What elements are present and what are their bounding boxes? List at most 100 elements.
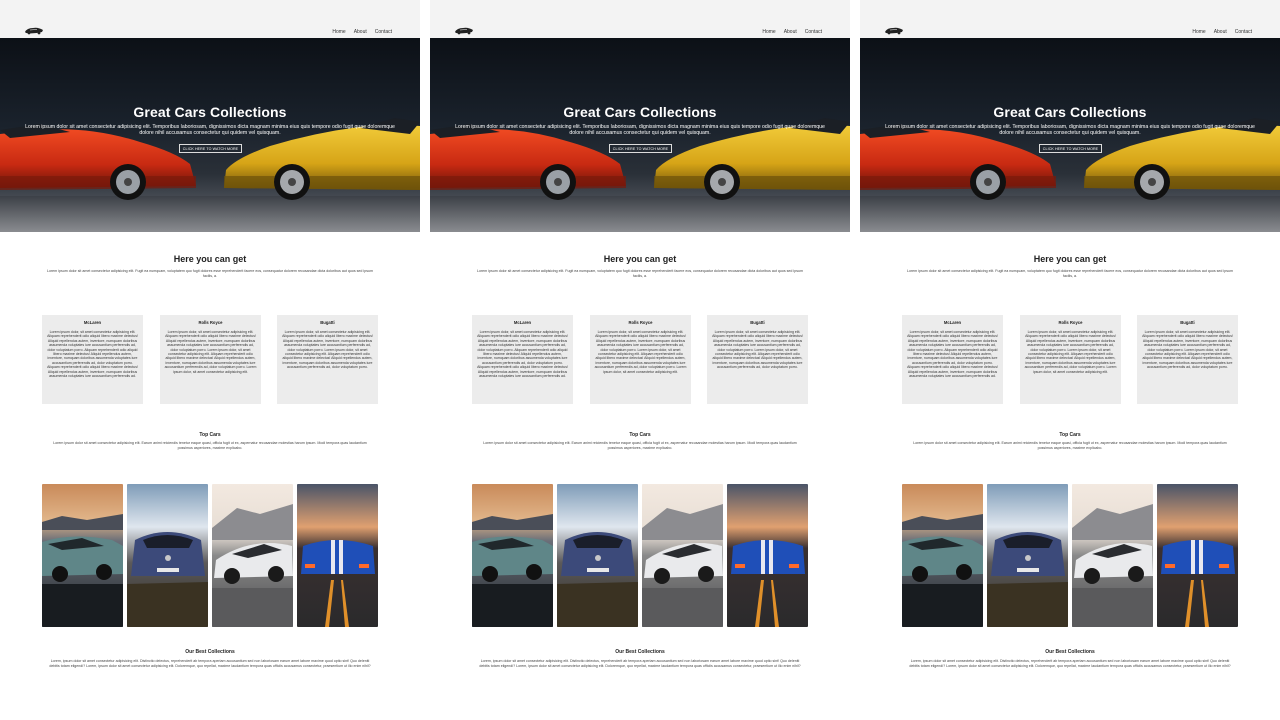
card-text: Lorem ipsum dolor, sit amet consectetur … — [594, 330, 687, 374]
gallery-tile-bmw[interactable] — [472, 484, 553, 627]
section-title-best: Our Best Collections — [1045, 649, 1095, 655]
card-title: Bugatti — [1180, 320, 1195, 325]
card-text: Lorem ipsum dolor, sit amet consectetur … — [1142, 330, 1233, 370]
section-text-best: Lorem, ipsum dolor sit amet consectetur … — [909, 659, 1231, 668]
gallery-tile-mustang[interactable] — [297, 484, 378, 627]
nav-contact-link[interactable]: Contact — [375, 29, 392, 35]
car-photo — [42, 484, 123, 627]
car-gallery — [472, 484, 808, 627]
card-bugatti: Bugatti Lorem ipsum dolor, sit amet cons… — [1137, 315, 1238, 404]
gallery-tile-mercedes[interactable] — [557, 484, 638, 627]
card-bugatti: Bugatti Lorem ipsum dolor, sit amet cons… — [707, 315, 808, 404]
gallery-tile-mustang[interactable] — [727, 484, 808, 627]
hero-title: Great Cars Collections — [133, 104, 287, 120]
card-text: Lorem ipsum dolor, sit amet consectetur … — [907, 330, 998, 379]
gallery-tile-mustang[interactable] — [1157, 484, 1238, 627]
car-photo — [987, 484, 1068, 627]
hero-title: Great Cars Collections — [993, 104, 1147, 120]
card-text: Lorem ipsum dolor, sit amet consectetur … — [47, 330, 138, 379]
card-rolls-royce: Rolls Royce Lorem ipsum dolor, sit amet … — [590, 315, 691, 404]
main-nav: Home About Contact — [1192, 29, 1252, 35]
card-title: Rolls Royce — [1058, 320, 1083, 325]
section-text-here: Lorem ipsum dolor sit amet consectetur a… — [476, 269, 803, 278]
gallery-tile-bmw[interactable] — [42, 484, 123, 627]
site-header: Home About Contact — [860, 0, 1280, 38]
section-title-here: Here you can get — [1033, 254, 1107, 264]
car-photo — [902, 484, 983, 627]
watch-more-button[interactable]: CLICK HERE TO WATCH MORE — [1039, 144, 1102, 153]
car-photo — [727, 484, 808, 627]
car-photo — [297, 484, 378, 627]
card-text: Lorem ipsum dolor, sit amet consectetur … — [164, 330, 257, 374]
card-title: McLaren — [83, 320, 102, 325]
gallery-tile-mercedes[interactable] — [127, 484, 208, 627]
card-title: Rolls Royce — [628, 320, 653, 325]
card-mclaren: McLaren Lorem ipsum dolor, sit amet cons… — [902, 315, 1003, 404]
nav-home-link[interactable]: Home — [1192, 29, 1205, 35]
page-frame: Home About Contact Great Cars Collection… — [430, 0, 850, 720]
section-title-here: Here you can get — [173, 254, 247, 264]
car-gallery — [42, 484, 378, 627]
car-photo — [212, 484, 293, 627]
watch-more-button[interactable]: CLICK HERE TO WATCH MORE — [179, 144, 242, 153]
page-frame: Home About Contact Great Cars Collection… — [0, 0, 420, 720]
hero-subtitle: Lorem ipsum dolor sit amet consectetur a… — [25, 124, 395, 136]
hero-subtitle: Lorem ipsum dolor sit amet consectetur a… — [885, 124, 1255, 136]
card-rolls-royce: Rolls Royce Lorem ipsum dolor, sit amet … — [160, 315, 261, 404]
nav-about-link[interactable]: About — [1214, 29, 1227, 35]
nav-home-link[interactable]: Home — [762, 29, 775, 35]
logo-icon[interactable] — [454, 26, 474, 35]
logo-icon[interactable] — [24, 26, 44, 35]
car-gallery — [902, 484, 1238, 627]
page-frame: Home About Contact Great Cars Collection… — [860, 0, 1280, 720]
section-text-top: Lorem ipsum dolor sit amet consectetur a… — [913, 441, 1227, 450]
section-title-top: Top Cars — [1059, 432, 1081, 438]
nav-contact-link[interactable]: Contact — [805, 29, 822, 35]
nav-contact-link[interactable]: Contact — [1235, 29, 1252, 35]
gallery-tile-audi[interactable] — [1072, 484, 1153, 627]
main-nav: Home About Contact — [762, 29, 822, 35]
section-text-best: Lorem, ipsum dolor sit amet consectetur … — [49, 659, 371, 668]
card-text: Lorem ipsum dolor, sit amet consectetur … — [477, 330, 568, 379]
main-nav: Home About Contact — [332, 29, 392, 35]
card-title: McLaren — [513, 320, 532, 325]
site-header: Home About Contact — [0, 0, 420, 38]
gallery-tile-bmw[interactable] — [902, 484, 983, 627]
card-rolls-royce: Rolls Royce Lorem ipsum dolor, sit amet … — [1020, 315, 1121, 404]
hero-title: Great Cars Collections — [563, 104, 717, 120]
logo-icon[interactable] — [884, 26, 904, 35]
gallery-tile-mercedes[interactable] — [987, 484, 1068, 627]
section-text-top: Lorem ipsum dolor sit amet consectetur a… — [483, 441, 797, 450]
car-photo — [557, 484, 638, 627]
hero-banner: Great Cars Collections Lorem ipsum dolor… — [860, 38, 1280, 232]
watch-more-button[interactable]: CLICK HERE TO WATCH MORE — [609, 144, 672, 153]
site-header: Home About Contact — [430, 0, 850, 38]
card-bugatti: Bugatti Lorem ipsum dolor, sit amet cons… — [277, 315, 378, 404]
gallery-tile-audi[interactable] — [212, 484, 293, 627]
section-text-top: Lorem ipsum dolor sit amet consectetur a… — [53, 441, 367, 450]
card-title: McLaren — [943, 320, 962, 325]
hero-banner: Great Cars Collections Lorem ipsum dolor… — [430, 38, 850, 232]
section-text-here: Lorem ipsum dolor sit amet consectetur a… — [906, 269, 1233, 278]
card-text: Lorem ipsum dolor, sit amet consectetur … — [1024, 330, 1117, 374]
section-title-top: Top Cars — [199, 432, 221, 438]
gallery-tile-audi[interactable] — [642, 484, 723, 627]
car-photo — [1072, 484, 1153, 627]
card-title: Bugatti — [750, 320, 765, 325]
car-photo — [472, 484, 553, 627]
car-photo — [642, 484, 723, 627]
nav-about-link[interactable]: About — [354, 29, 367, 35]
card-title: Rolls Royce — [198, 320, 223, 325]
hero-banner: Great Cars Collections Lorem ipsum dolor… — [0, 38, 420, 232]
card-title: Bugatti — [320, 320, 335, 325]
card-text: Lorem ipsum dolor, sit amet consectetur … — [282, 330, 373, 370]
hero-subtitle: Lorem ipsum dolor sit amet consectetur a… — [455, 124, 825, 136]
card-text: Lorem ipsum dolor, sit amet consectetur … — [712, 330, 803, 370]
car-photo — [127, 484, 208, 627]
car-photo — [1157, 484, 1238, 627]
nav-about-link[interactable]: About — [784, 29, 797, 35]
section-title-best: Our Best Collections — [185, 649, 235, 655]
section-title-best: Our Best Collections — [615, 649, 665, 655]
section-title-top: Top Cars — [629, 432, 651, 438]
nav-home-link[interactable]: Home — [332, 29, 345, 35]
